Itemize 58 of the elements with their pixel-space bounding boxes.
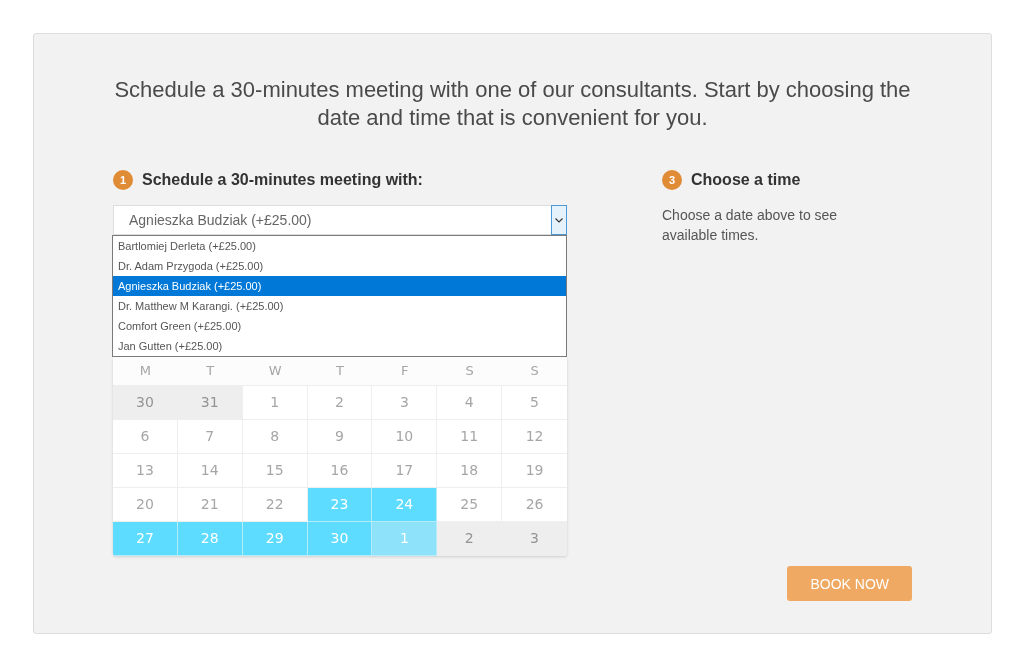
weekday-label: M [138, 362, 153, 380]
dropdown-option[interactable]: Dr. Adam Przygoda (+£25.00) [113, 256, 566, 276]
calendar-day[interactable]: 10 [372, 420, 438, 454]
step-title: Choose a time [691, 171, 801, 189]
calendar-day[interactable]: 11 [437, 420, 503, 454]
calendar-day[interactable]: 25 [437, 488, 503, 522]
calendar-day[interactable]: 12 [502, 420, 567, 454]
dropdown-option[interactable]: Bartlomiej Derleta (+£25.00) [113, 236, 566, 256]
dropdown-option[interactable]: Dr. Matthew M Karangi. (+£25.00) [113, 296, 566, 316]
step-number-badge: 1 [113, 170, 133, 190]
weekday-label: T [335, 362, 345, 380]
calendar-day[interactable]: 1 [372, 522, 438, 556]
intro-text: Schedule a 30-minutes meeting with one of our consultants. Start by choosing the date and time that is convenient for you. [113, 76, 912, 132]
calendar-day[interactable]: 19 [502, 454, 567, 488]
calendar-day[interactable]: 24 [372, 488, 438, 522]
calendar-day[interactable]: 15 [242, 454, 308, 488]
calendar-day[interactable]: 2 [307, 386, 373, 420]
dropdown-option[interactable]: Comfort Green (+£25.00) [113, 316, 566, 336]
calendar-day[interactable]: 1 [242, 386, 308, 420]
calendar-day[interactable]: 5 [502, 386, 567, 420]
dropdown-arrow-button[interactable] [551, 205, 567, 235]
weekday-label: S [529, 362, 540, 380]
weekday-label: F [400, 362, 410, 380]
calendar-day[interactable]: 6 [113, 420, 178, 454]
dropdown-option[interactable]: Jan Gutten (+£25.00) [113, 336, 566, 356]
calendar-day[interactable]: 9 [307, 420, 373, 454]
calendar-day[interactable]: 21 [177, 488, 243, 522]
calendar-day[interactable]: 28 [177, 522, 243, 556]
weekday-label: W [267, 362, 283, 380]
dropdown-option[interactable]: Agnieszka Budziak (+£25.00) [113, 276, 566, 296]
calendar-day[interactable]: 30 [113, 386, 178, 420]
calendar-day[interactable]: 18 [437, 454, 503, 488]
calendar-day[interactable]: 26 [502, 488, 567, 522]
calendar-day[interactable]: 8 [242, 420, 308, 454]
weekday-label: T [205, 362, 216, 380]
weekday-label: S [464, 362, 475, 380]
calendar-day[interactable]: 7 [177, 420, 243, 454]
calendar-day[interactable]: 31 [177, 386, 243, 420]
calendar-day[interactable]: 2 [437, 522, 503, 556]
calendar-day[interactable]: 4 [437, 386, 503, 420]
calendar-day[interactable]: 30 [307, 522, 373, 556]
calendar-day[interactable]: 3 [372, 386, 438, 420]
calendar-day[interactable]: 29 [242, 522, 308, 556]
calendar-day[interactable]: 27 [113, 522, 178, 556]
calendar-day[interactable]: 3 [502, 522, 567, 556]
step-number-badge: 3 [662, 170, 682, 190]
book-now-button[interactable]: BOOK NOW [787, 566, 912, 601]
calendar-day[interactable]: 14 [177, 454, 243, 488]
consultant-select[interactable]: Agnieszka Budziak (+£25.00) [113, 205, 567, 235]
chevron-down-icon [555, 217, 563, 223]
calendar-day[interactable]: 17 [372, 454, 438, 488]
calendar-day[interactable]: 16 [307, 454, 373, 488]
info-text: Choose a date above to see available times. [662, 206, 839, 245]
calendar-day[interactable]: 22 [242, 488, 308, 522]
step-title: Schedule a 30-minutes meeting with: [142, 171, 423, 189]
calendar-day[interactable]: 23 [307, 488, 373, 522]
calendar-day[interactable]: 13 [113, 454, 178, 488]
calendar-day[interactable]: 20 [113, 488, 178, 522]
